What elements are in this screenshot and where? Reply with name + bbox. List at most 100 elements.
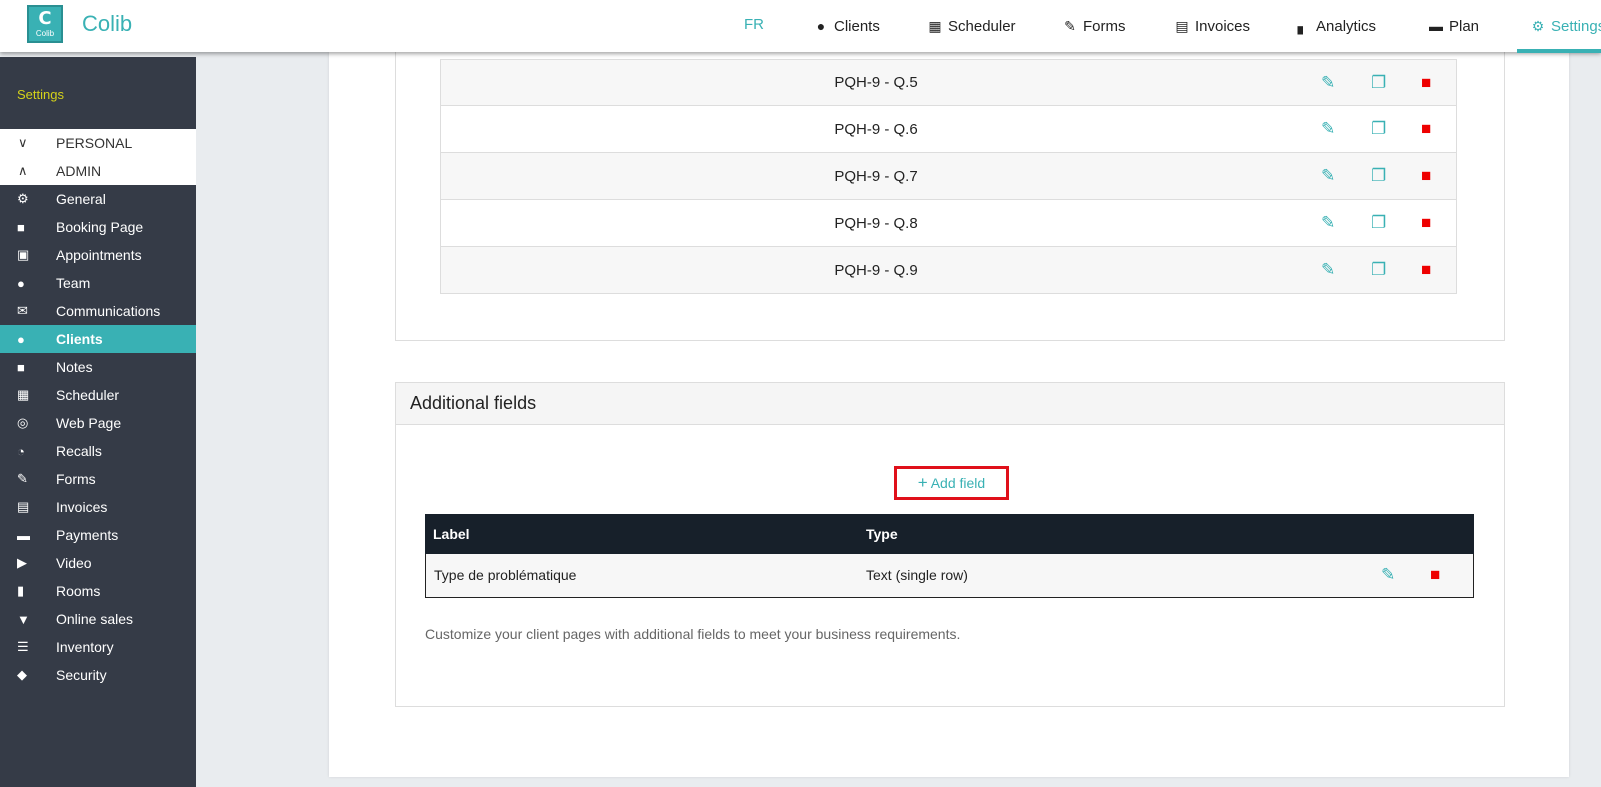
add-field-button[interactable]: + Add field: [894, 466, 1009, 500]
trash-icon[interactable]: ■: [1421, 73, 1431, 93]
nav-scheduler[interactable]: ▦ Scheduler: [927, 0, 1016, 52]
table-row: PQH-9 - Q.9 ✎ ❐ ■: [440, 247, 1457, 294]
sidebar-item-label: Recalls: [56, 443, 102, 459]
door-icon: ▮: [17, 583, 25, 598]
stopwatch-icon: ◔: [17, 443, 25, 459]
additional-fields-card: Additional fields + Add field Label Type…: [395, 382, 1505, 707]
nav-clients[interactable]: ● Clients: [813, 0, 880, 52]
sidebar-item-notes[interactable]: ■ Notes: [0, 353, 196, 381]
sidebar-item-general[interactable]: ⚙ General: [0, 185, 196, 213]
sidebar-item-appointments[interactable]: ▣ Appointments: [0, 241, 196, 269]
sidebar-item-team[interactable]: ● Team: [0, 269, 196, 297]
edit-icon[interactable]: ✎: [1321, 260, 1335, 280]
add-field-label: Add field: [930, 475, 986, 491]
signature-icon: ✎: [1064, 17, 1076, 34]
nav-scheduler-label: Scheduler: [948, 17, 1016, 35]
edit-icon[interactable]: ✎: [1321, 213, 1335, 233]
question-name: PQH-9 - Q.6: [834, 120, 918, 138]
user-icon: ●: [17, 331, 25, 347]
sidebar-item-payments[interactable]: ▬ Payments: [0, 521, 196, 549]
sidebar-item-scheduler[interactable]: ▦ Scheduler: [0, 381, 196, 409]
edit-icon[interactable]: ✎: [1381, 565, 1395, 585]
globe-icon: ◎: [17, 415, 29, 430]
sidebar-title: Settings: [17, 87, 64, 102]
table-row: Type de problématique Text (single row) …: [425, 554, 1474, 598]
sidebar-item-label: General: [56, 191, 106, 207]
cart-icon: ▼: [17, 611, 30, 627]
calendar-icon: ▦: [17, 387, 30, 402]
settings-sidebar: Settings ∨ PERSONAL ∧ ADMIN ⚙ General ■ …: [0, 57, 196, 787]
table-row: PQH-9 - Q.8 ✎ ❐ ■: [440, 200, 1457, 247]
language-toggle[interactable]: FR: [744, 16, 764, 33]
logo-letter: C: [38, 8, 52, 29]
edit-icon[interactable]: ✎: [1321, 73, 1335, 93]
signature-icon: ✎: [17, 471, 28, 486]
nav-analytics[interactable]: ▖ Analytics: [1295, 0, 1376, 52]
personal-label: PERSONAL: [56, 135, 133, 151]
sidebar-item-online-sales[interactable]: ▼ Online sales: [0, 605, 196, 633]
sidebar-item-video[interactable]: ▶ Video: [0, 549, 196, 577]
sidebar-toggle-personal[interactable]: ∨ PERSONAL: [0, 129, 196, 157]
additional-fields-table: Label Type Type de problématique Text (s…: [425, 514, 1474, 598]
nav-plan[interactable]: ▬ Plan: [1428, 0, 1479, 52]
table-header: Label Type: [425, 514, 1474, 554]
admin-label: ADMIN: [56, 163, 102, 179]
trash-icon[interactable]: ■: [1421, 213, 1431, 233]
question-name: PQH-9 - Q.5: [834, 74, 918, 91]
chevron-down-icon: ∨: [18, 135, 28, 150]
sidebar-item-forms[interactable]: ✎ Forms: [0, 465, 196, 493]
sidebar-item-web-page[interactable]: ◎ Web Page: [0, 409, 196, 437]
users-icon: ●: [17, 275, 25, 291]
copy-icon[interactable]: ❐: [1371, 166, 1386, 186]
sidebar-item-recalls[interactable]: ◔ Recalls: [0, 437, 196, 465]
user-icon: ●: [816, 18, 826, 34]
credit-card-icon: ▬: [17, 527, 30, 543]
sidebar-item-label: Booking Page: [56, 219, 144, 235]
app-name[interactable]: Colib: [82, 11, 132, 37]
video-icon: ▶: [17, 555, 27, 570]
copy-icon[interactable]: ❐: [1371, 260, 1386, 280]
sidebar-item-label: Scheduler: [56, 387, 120, 403]
sidebar-item-security[interactable]: ◆ Security: [0, 661, 196, 689]
trash-icon[interactable]: ■: [1421, 119, 1431, 139]
field-label: Type de problématique: [434, 567, 577, 583]
sidebar-item-booking-page[interactable]: ■ Booking Page: [0, 213, 196, 241]
gear-icon: ⚙: [1531, 17, 1545, 34]
trash-icon[interactable]: ■: [1430, 565, 1440, 585]
card-icon: ▬: [1429, 18, 1443, 34]
invoice-icon: ▤: [17, 499, 30, 514]
copy-icon[interactable]: ❐: [1371, 119, 1386, 139]
sidebar-item-invoices[interactable]: ▤ Invoices: [0, 493, 196, 521]
sidebar-item-inventory[interactable]: ☰ Inventory: [0, 633, 196, 661]
question-name: PQH-9 - Q.7: [834, 167, 918, 185]
copy-icon[interactable]: ❐: [1371, 213, 1386, 233]
sidebar-toggle-admin[interactable]: ∧ ADMIN: [0, 157, 196, 185]
top-navbar: C Colib Colib FR ● Clients ▦ Scheduler ✎…: [0, 0, 1601, 53]
nav-settings[interactable]: ⚙ Settings: [1530, 0, 1601, 52]
table-row: PQH-9 - Q.7 ✎ ❐ ■: [440, 153, 1457, 200]
table-row: PQH-9 - Q.5 ✎ ❐ ■: [440, 59, 1457, 106]
sidebar-item-label: Communications: [56, 303, 161, 319]
clipboard-icon: ■: [17, 219, 25, 235]
sidebar-item-label: Forms: [56, 471, 96, 487]
nav-analytics-label: Analytics: [1316, 17, 1377, 35]
copy-icon[interactable]: ❐: [1371, 73, 1386, 93]
plus-icon: +: [917, 473, 928, 492]
colib-logo[interactable]: C Colib: [27, 5, 63, 43]
sidebar-item-communications[interactable]: ✉ Communications: [0, 297, 196, 325]
edit-icon[interactable]: ✎: [1321, 166, 1335, 186]
gear-icon: ⚙: [17, 191, 29, 206]
nav-forms[interactable]: ✎ Forms: [1062, 0, 1125, 52]
trash-icon[interactable]: ■: [1421, 166, 1431, 186]
nav-invoices[interactable]: ▤ Invoices: [1174, 0, 1250, 52]
sidebar-item-rooms[interactable]: ▮ Rooms: [0, 577, 196, 605]
trash-icon[interactable]: ■: [1421, 260, 1431, 280]
nav-clients-label: Clients: [834, 17, 880, 35]
sidebar-item-clients[interactable]: ● Clients: [0, 325, 196, 353]
address-book-icon: ▣: [17, 247, 30, 262]
edit-icon[interactable]: ✎: [1321, 119, 1335, 139]
sidebar-item-label: Inventory: [56, 639, 114, 655]
additional-fields-title: Additional fields: [396, 383, 1504, 425]
active-nav-underline: [1517, 49, 1601, 53]
sidebar-item-label: Video: [56, 555, 92, 571]
